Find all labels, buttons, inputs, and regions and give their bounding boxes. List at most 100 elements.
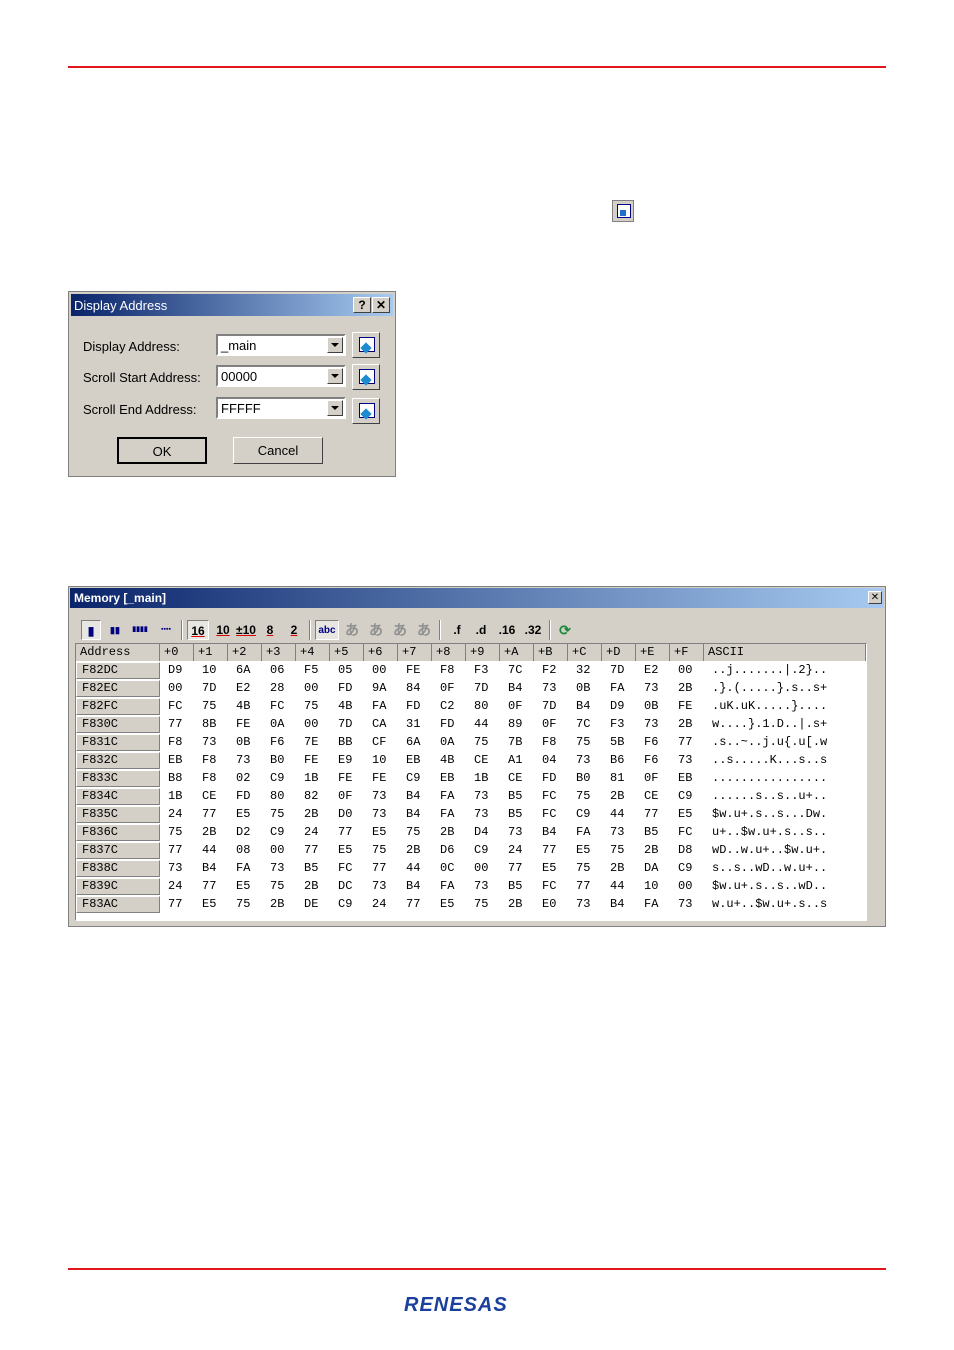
byte-cell[interactable]: 44 (406, 860, 420, 877)
display-address-picker-button[interactable] (352, 332, 380, 358)
byte-cell[interactable]: FE (338, 770, 352, 787)
byte-cell[interactable]: 73 (202, 734, 216, 751)
address-cell[interactable]: F82EC (76, 680, 160, 697)
byte-cell[interactable]: 2B (644, 842, 658, 859)
byte-cell[interactable]: B5 (304, 860, 318, 877)
byte-cell[interactable]: A1 (508, 752, 522, 769)
byte-cell[interactable]: 24 (372, 896, 386, 913)
byte-cell[interactable]: 24 (168, 806, 182, 823)
byte-cell[interactable]: EB (406, 752, 420, 769)
byte-cell[interactable]: 4B (338, 698, 352, 715)
byte-cell[interactable]: 0F (440, 680, 454, 697)
byte-cell[interactable]: FA (440, 878, 454, 895)
byte-cell[interactable]: FD (406, 698, 420, 715)
byte-cell[interactable]: 73 (644, 716, 658, 733)
byte-cell[interactable]: CE (508, 770, 522, 787)
byte-cell[interactable]: FE (236, 716, 250, 733)
byte-cell[interactable]: 2B (304, 878, 318, 895)
byte-cell[interactable]: B6 (610, 752, 624, 769)
byte-cell[interactable]: 75 (406, 824, 420, 841)
byte-cell[interactable]: 77 (372, 860, 386, 877)
byte-cell[interactable]: 24 (168, 878, 182, 895)
byte-cell[interactable]: 73 (168, 860, 182, 877)
address-cell[interactable]: F837C (76, 842, 160, 859)
ascii-cell[interactable]: .}.(.....}.s..s+ (712, 680, 827, 697)
ascii-button[interactable]: abc (315, 620, 339, 640)
size-1-button[interactable]: ▮ (81, 620, 101, 640)
float-button[interactable]: .f (447, 620, 467, 640)
byte-cell[interactable]: 2B (610, 788, 624, 805)
byte-cell[interactable]: F8 (202, 770, 216, 787)
byte-cell[interactable]: 4B (440, 752, 454, 769)
byte-cell[interactable]: 10 (644, 878, 658, 895)
byte-cell[interactable]: 10 (202, 662, 216, 679)
cancel-button[interactable]: Cancel (233, 437, 323, 464)
byte-cell[interactable]: 73 (678, 896, 692, 913)
byte-cell[interactable]: 2B (270, 896, 284, 913)
byte-cell[interactable]: 77 (168, 896, 182, 913)
byte-cell[interactable]: 2B (406, 842, 420, 859)
byte-cell[interactable]: E5 (236, 878, 250, 895)
byte-cell[interactable]: 00 (168, 680, 182, 697)
byte-cell[interactable]: 2B (440, 824, 454, 841)
scroll-end-picker-button[interactable] (352, 398, 380, 424)
byte-cell[interactable]: 75 (168, 824, 182, 841)
byte-cell[interactable]: 0A (270, 716, 284, 733)
byte-cell[interactable]: 77 (168, 716, 182, 733)
byte-cell[interactable]: 7D (474, 680, 488, 697)
byte-cell[interactable]: 2B (610, 860, 624, 877)
double-button[interactable]: .d (471, 620, 491, 640)
byte-cell[interactable]: 2B (678, 716, 692, 733)
scroll-end-combo[interactable]: FFFFF (216, 397, 346, 419)
byte-cell[interactable]: CE (644, 788, 658, 805)
byte-cell[interactable]: E5 (236, 806, 250, 823)
byte-cell[interactable]: 77 (168, 842, 182, 859)
byte-cell[interactable]: F6 (644, 752, 658, 769)
byte-cell[interactable]: 31 (406, 716, 420, 733)
ascii-cell[interactable]: $w.u+.s..s..wD.. (712, 878, 827, 895)
byte-cell[interactable]: FC (168, 698, 182, 715)
byte-cell[interactable]: CE (202, 788, 216, 805)
byte-cell[interactable]: FA (372, 698, 386, 715)
byte-cell[interactable]: E5 (372, 824, 386, 841)
byte-cell[interactable]: 0F (508, 698, 522, 715)
byte-cell[interactable]: 73 (610, 824, 624, 841)
byte-cell[interactable]: B4 (406, 878, 420, 895)
byte-cell[interactable]: CE (474, 752, 488, 769)
address-cell[interactable]: F835C (76, 806, 160, 823)
address-cell[interactable]: F836C (76, 824, 160, 841)
byte-cell[interactable]: 00 (270, 842, 284, 859)
ascii-cell[interactable]: ......s..s..u+.. (712, 788, 827, 805)
byte-cell[interactable]: FC (542, 878, 556, 895)
byte-cell[interactable]: F5 (304, 662, 318, 679)
byte-cell[interactable]: 0A (440, 734, 454, 751)
byte-cell[interactable]: 10 (372, 752, 386, 769)
byte-cell[interactable]: F8 (542, 734, 556, 751)
byte-cell[interactable]: FD (236, 788, 250, 805)
byte-cell[interactable]: 75 (372, 842, 386, 859)
address-cell[interactable]: F831C (76, 734, 160, 751)
byte-cell[interactable]: 00 (304, 716, 318, 733)
byte-cell[interactable]: 75 (576, 734, 590, 751)
byte-cell[interactable]: F3 (610, 716, 624, 733)
byte-cell[interactable]: 7D (610, 662, 624, 679)
byte-cell[interactable]: FE (678, 698, 692, 715)
byte-cell[interactable]: 84 (406, 680, 420, 697)
radix-signed-dec-button[interactable]: ±10 (235, 620, 257, 640)
byte-cell[interactable]: E5 (542, 860, 556, 877)
byte-cell[interactable]: 44 (610, 878, 624, 895)
byte-cell[interactable]: B4 (576, 698, 590, 715)
byte-cell[interactable]: 7C (576, 716, 590, 733)
byte-cell[interactable]: 5B (610, 734, 624, 751)
byte-cell[interactable]: F6 (270, 734, 284, 751)
byte-cell[interactable]: 4B (236, 698, 250, 715)
byte-cell[interactable]: FC (542, 788, 556, 805)
ascii-cell[interactable]: ................ (712, 770, 827, 787)
byte-cell[interactable]: 00 (678, 662, 692, 679)
close-button[interactable]: ✕ (372, 297, 390, 313)
byte-cell[interactable]: 82 (304, 788, 318, 805)
byte-cell[interactable]: C9 (678, 860, 692, 877)
address-cell[interactable]: F83AC (76, 896, 160, 913)
byte-cell[interactable]: 7E (304, 734, 318, 751)
byte-cell[interactable]: B8 (168, 770, 182, 787)
